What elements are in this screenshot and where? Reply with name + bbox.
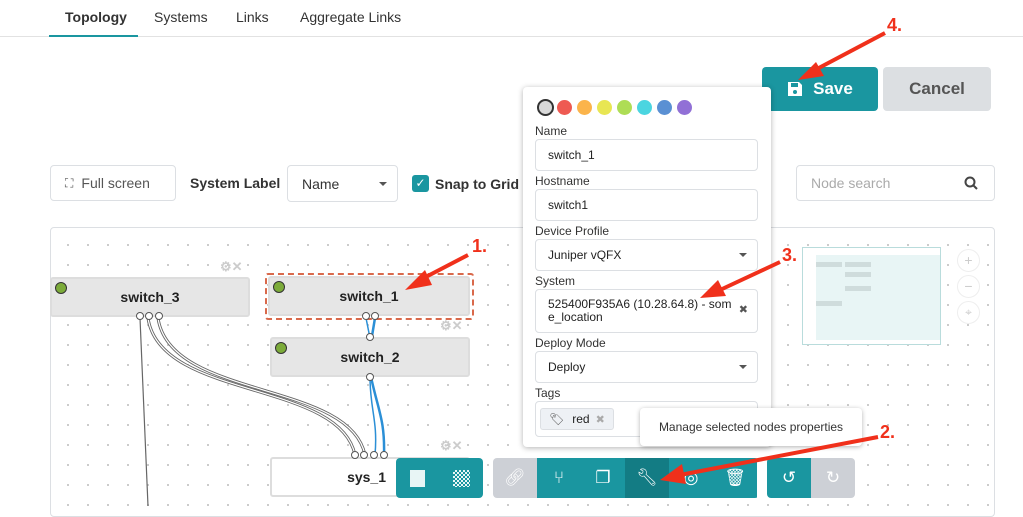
annotation-1: 1. (472, 236, 488, 256)
annotation-3: 3. (782, 245, 798, 265)
annotation-arrows (405, 31, 886, 484)
annotation-2: 2. (880, 422, 896, 442)
annotation-4: 4. (887, 15, 903, 35)
